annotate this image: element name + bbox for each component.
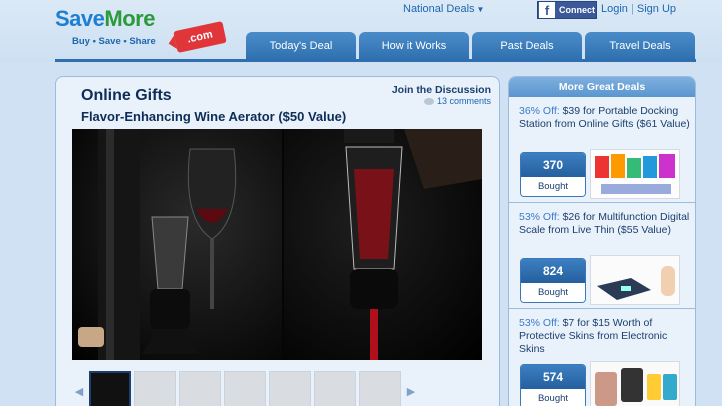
deal-photo-left [72,129,282,360]
bought-counter: 574 Bought [520,364,586,406]
rail-deal-text[interactable]: 36% Off: $39 for Portable Docking Statio… [519,105,691,131]
auth-separator: | [630,3,634,15]
thumbnail[interactable] [359,371,401,406]
deal-photo [72,129,482,360]
deal-photo-right [284,129,482,360]
deal-thumbnail[interactable] [590,149,680,199]
chevron-down-icon: ▼ [476,5,485,14]
main-nav: Today's Deal How it Works Past Deals Tra… [246,32,698,60]
thumbnail[interactable] [314,371,356,406]
deal-title: Flavor-Enhancing Wine Aerator ($50 Value… [81,109,347,124]
facebook-connect-button[interactable]: f Connect [537,1,597,19]
signup-link[interactable]: Sign Up [637,3,676,15]
facebook-connect-label: Connect [559,5,595,15]
bought-count: 370 [521,153,585,177]
deal-category: Online Gifts [81,87,172,104]
logo-tagline: Buy • Save • Share [72,36,156,47]
thumbnail[interactable] [89,371,131,406]
chevron-left-icon[interactable]: ◀ [72,371,86,406]
deal-panel: Online Gifts Flavor-Enhancing Wine Aerat… [55,76,500,406]
bought-label: Bought [521,389,585,406]
login-link[interactable]: Login [601,3,628,15]
nav-underline [55,59,696,62]
rail-deal[interactable]: 53% Off: $7 for $15 Worth of Protective … [509,309,695,406]
bought-counter: 824 Bought [520,258,586,303]
chevron-right-icon[interactable]: ▶ [404,371,418,406]
bought-count: 824 [521,259,585,283]
tab-todays-deal[interactable]: Today's Deal [246,32,356,60]
protective-skins-illustration [591,362,679,406]
logo[interactable]: SaveMore Buy • Save • Share .com [55,6,227,53]
tab-travel-deals[interactable]: Travel Deals [585,32,695,60]
docking-station-illustration [591,150,679,198]
rail-title: More Great Deals [509,77,695,97]
bought-counter: 370 Bought [520,152,586,197]
site-header: SaveMore Buy • Save • Share .com Nationa… [0,0,722,62]
bought-label: Bought [521,177,585,196]
comments-count: 13 comments [436,96,491,106]
region-selector[interactable]: National Deals ▼ [403,3,484,15]
rail-deal[interactable]: 36% Off: $39 for Portable Docking Statio… [509,97,695,203]
bought-label: Bought [521,283,585,302]
digital-scale-illustration [591,256,679,304]
region-label: National Deals [403,3,475,15]
auth-links: Login | Sign Up [601,3,676,15]
thumbnail[interactable] [179,371,221,406]
aerator-pour-illustration [344,129,482,360]
rail-deal-text[interactable]: 53% Off: $7 for $15 Worth of Protective … [519,317,691,356]
logo-tag-badge: .com [173,21,227,53]
bought-count: 574 [521,365,585,389]
comment-bubble-icon [423,97,434,105]
thumbnail-strip: ◀ ▶ [72,371,482,406]
rail-deal-text[interactable]: 53% Off: $26 for Multifunction Digital S… [519,211,691,237]
logo-wordmark: SaveMore [55,6,155,31]
tab-past-deals[interactable]: Past Deals [472,32,582,60]
facebook-icon: f [539,2,555,18]
rail-deal[interactable]: 53% Off: $26 for Multifunction Digital S… [509,203,695,309]
comments-link[interactable]: 13 comments [423,96,491,106]
thumbnail[interactable] [134,371,176,406]
tab-how-it-works[interactable]: How it Works [359,32,469,60]
deal-thumbnail[interactable] [590,255,680,305]
join-discussion-link[interactable]: Join the Discussion [392,84,491,96]
thumbnail[interactable] [224,371,266,406]
deal-thumbnail[interactable] [590,361,680,406]
thumbnail[interactable] [269,371,311,406]
wine-bottle-glass-illustration [78,129,237,360]
more-deals-rail: More Great Deals 36% Off: $39 for Portab… [508,76,696,406]
